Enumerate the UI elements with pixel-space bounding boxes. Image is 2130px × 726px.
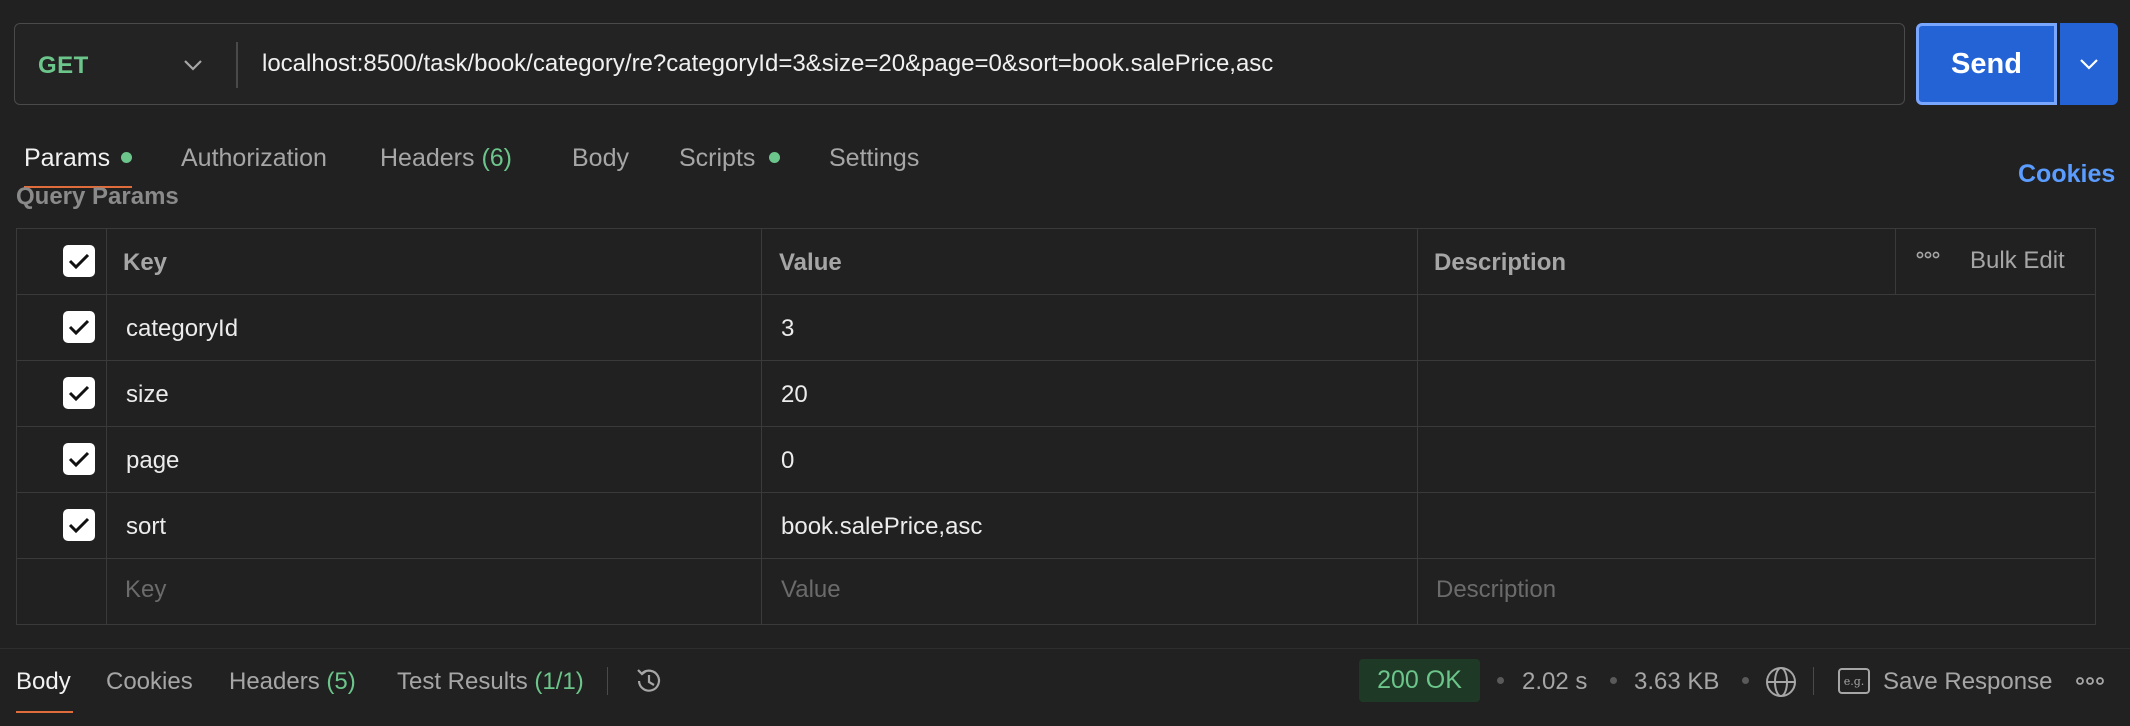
separator-dot <box>1610 677 1617 684</box>
response-tab-test-results[interactable]: Test Results (1/1) <box>397 668 584 696</box>
col-divider <box>106 228 107 625</box>
url-input[interactable]: localhost:8500/task/book/category/re?cat… <box>262 50 1273 78</box>
response-tab-headers-label: Headers <box>229 668 320 695</box>
send-options-button[interactable] <box>2060 23 2118 105</box>
chevron-down-icon[interactable] <box>182 56 204 74</box>
checkmark-icon <box>68 517 90 534</box>
divider <box>607 667 608 695</box>
response-tab-test-results-label: Test Results <box>397 668 528 695</box>
chevron-down-icon <box>2080 59 2098 70</box>
response-tab-test-results-count: (1/1) <box>534 668 584 695</box>
separator-dot <box>1497 677 1504 684</box>
tab-headers-count: (6) <box>481 144 513 172</box>
query-params-title: Query Params <box>16 183 179 210</box>
scripts-indicator-dot <box>769 152 780 163</box>
cookies-link[interactable]: Cookies <box>2018 160 2115 189</box>
tab-headers[interactable]: Headers (6) <box>380 144 512 173</box>
response-tab-headers-count: (5) <box>326 668 356 695</box>
response-tab-headers[interactable]: Headers (5) <box>229 668 356 696</box>
bulk-edit-button[interactable]: Bulk Edit <box>1970 247 2065 275</box>
row-checkbox[interactable] <box>63 311 95 343</box>
row-divider <box>16 294 2096 295</box>
example-icon[interactable]: e.g. <box>1838 668 1870 694</box>
checkmark-icon <box>68 253 90 270</box>
tab-settings[interactable]: Settings <box>829 144 919 173</box>
param-key[interactable]: page <box>126 447 179 475</box>
param-key[interactable]: size <box>126 381 169 409</box>
column-header-value: Value <box>779 249 842 276</box>
tab-headers-label: Headers <box>380 144 475 172</box>
tab-params[interactable]: Params <box>24 144 110 173</box>
svg-text:e.g.: e.g. <box>1844 675 1865 688</box>
col-divider <box>761 228 762 625</box>
tab-body[interactable]: Body <box>572 144 629 173</box>
new-key-input[interactable]: Key <box>125 576 166 604</box>
col-divider <box>1417 228 1418 625</box>
param-value[interactable]: 0 <box>781 447 794 475</box>
param-key[interactable]: categoryId <box>126 315 238 343</box>
send-button[interactable]: Send <box>1916 23 2057 105</box>
response-size[interactable]: 3.63 KB <box>1634 668 1719 696</box>
column-header-key: Key <box>123 249 168 276</box>
response-separator <box>0 648 2130 649</box>
checkmark-icon <box>68 451 90 468</box>
response-time[interactable]: 2.02 s <box>1522 668 1587 696</box>
divider <box>1813 667 1814 695</box>
row-checkbox[interactable] <box>63 377 95 409</box>
tab-scripts[interactable]: Scripts <box>679 144 755 173</box>
select-all-checkbox[interactable] <box>63 245 95 277</box>
globe-icon[interactable] <box>1764 665 1798 699</box>
checkmark-icon <box>68 385 90 402</box>
history-icon[interactable] <box>632 664 666 698</box>
response-tab-body[interactable]: Body <box>16 668 71 696</box>
separator-dot <box>1742 677 1749 684</box>
row-divider <box>16 558 2096 559</box>
more-options-icon[interactable] <box>2076 676 2104 686</box>
column-header-description: Description <box>1434 249 1567 276</box>
response-tab-cookies[interactable]: Cookies <box>106 668 193 696</box>
checkmark-icon <box>68 319 90 336</box>
row-divider <box>16 426 2096 427</box>
row-checkbox[interactable] <box>63 443 95 475</box>
status-badge[interactable]: 200 OK <box>1359 659 1480 702</box>
row-checkbox[interactable] <box>63 509 95 541</box>
row-divider <box>16 360 2096 361</box>
row-divider <box>16 492 2096 493</box>
param-value[interactable]: 20 <box>781 381 808 409</box>
new-description-input[interactable]: Description <box>1436 576 1556 604</box>
new-value-input[interactable]: Value <box>781 576 841 604</box>
save-response-button[interactable]: Save Response <box>1883 668 2052 696</box>
response-active-tab-underline <box>16 711 73 713</box>
params-indicator-dot <box>121 152 132 163</box>
method-select[interactable]: GET <box>38 52 89 80</box>
col-divider <box>1895 228 1896 294</box>
param-value[interactable]: book.salePrice,asc <box>781 513 982 541</box>
more-options-icon[interactable] <box>1916 250 1940 260</box>
url-divider <box>236 42 238 88</box>
tab-authorization[interactable]: Authorization <box>181 144 327 173</box>
param-value[interactable]: 3 <box>781 315 794 343</box>
param-key[interactable]: sort <box>126 513 166 541</box>
